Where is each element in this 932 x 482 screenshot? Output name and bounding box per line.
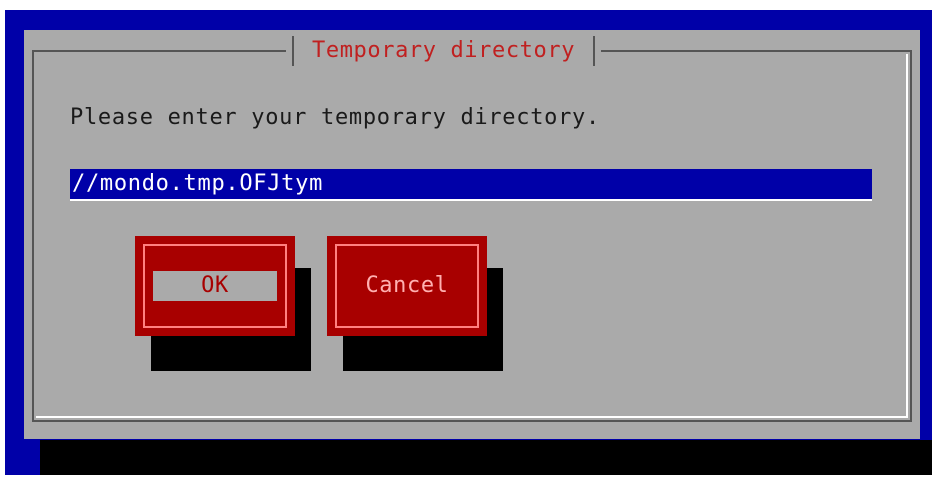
prompt-text: Please enter your temporary directory.: [70, 105, 600, 130]
cancel-button-label: Cancel: [365, 273, 449, 298]
dialog-title: Temporary directory: [312, 38, 576, 63]
ok-button-label: OK: [201, 273, 229, 298]
ok-button[interactable]: OK: [135, 236, 295, 336]
dialog-title-bar: Temporary directory: [286, 33, 602, 69]
cancel-button[interactable]: Cancel: [327, 236, 487, 336]
title-right-tick: [593, 36, 596, 66]
dialog-shadow: [40, 440, 932, 475]
temporary-directory-dialog: Temporary directory Please enter your te…: [24, 30, 920, 439]
input-value: //mondo.tmp.OFJtym: [72, 171, 324, 196]
temporary-directory-input[interactable]: //mondo.tmp.OFJtym: [70, 169, 872, 201]
